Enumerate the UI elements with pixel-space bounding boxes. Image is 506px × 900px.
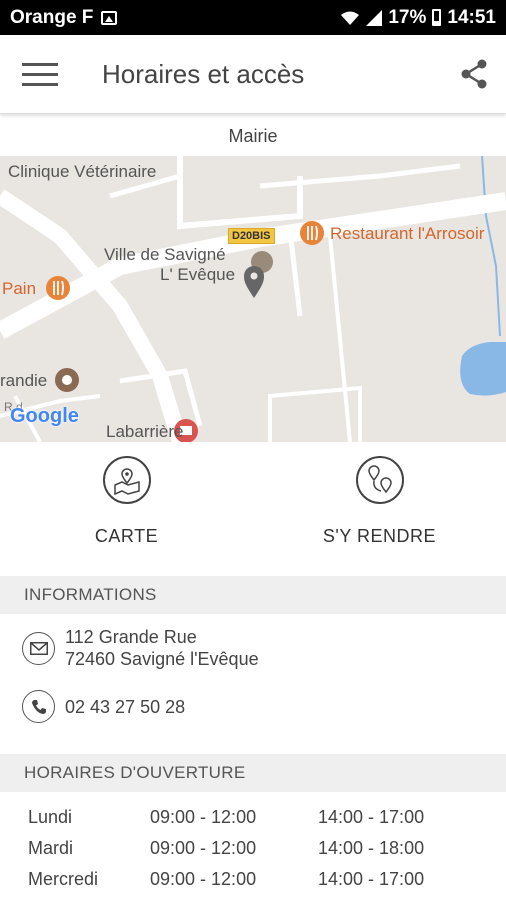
map-label-restaurant: Restaurant l'Arrosoir	[330, 224, 485, 243]
app-bar: Horaires et accès	[0, 35, 506, 114]
signal-icon	[366, 9, 383, 26]
horaires-header: HORAIRES D'OUVERTURE	[0, 754, 506, 792]
mail-icon	[22, 631, 55, 665]
wifi-icon	[341, 11, 360, 25]
image-notification-icon	[101, 10, 118, 25]
map-label-randie: randie	[0, 371, 48, 390]
hamburger-icon[interactable]	[22, 63, 58, 87]
phone-number: 02 43 27 50 28	[65, 696, 186, 717]
map-label-labarriere: Labarrière	[106, 422, 184, 441]
location-marker	[244, 266, 264, 298]
location-name: Mairie	[228, 125, 278, 146]
hours-morning: 09:00 - 12:00	[150, 869, 257, 889]
phone-icon	[22, 690, 55, 723]
map-label-ville-2: L' Evêque	[160, 265, 236, 284]
status-bar: Orange F 17% 14:51	[0, 0, 506, 35]
water-body	[460, 342, 506, 396]
address-text: 112 Grande Rue 72460 Savigné l'Evêque	[65, 626, 259, 670]
hours-afternoon: 14:00 - 18:00	[318, 838, 425, 858]
battery-icon	[432, 9, 442, 26]
carte-button[interactable]: CARTE	[0, 442, 253, 576]
hours-day: Mardi	[28, 838, 74, 858]
map-view[interactable]: Clinique Vétérinaire D20BIS Restaurant l…	[0, 156, 506, 442]
google-logo: Google	[10, 405, 79, 427]
battery-percent: 17%	[388, 6, 427, 28]
sy-rendre-label: S'Y RENDRE	[322, 526, 437, 546]
map-icon	[102, 456, 151, 504]
directions-icon	[355, 456, 404, 504]
hours-day: Lundi	[28, 807, 73, 827]
carrier-name: Orange F	[10, 6, 94, 28]
hours-row: Lundi 09:00 - 12:00 14:00 - 17:00	[28, 802, 488, 833]
informations-header: INFORMATIONS	[0, 576, 506, 614]
hours-morning: 09:00 - 12:00	[150, 838, 257, 858]
map-label-clinique: Clinique Vétérinaire	[8, 162, 157, 181]
address-line-2: 72460 Savigné l'Evêque	[65, 649, 259, 669]
map-label-pain: Pain	[2, 279, 37, 298]
address-row[interactable]: 112 Grande Rue 72460 Savigné l'Evêque	[22, 626, 259, 670]
address-line-1: 112 Grande Rue	[65, 627, 197, 647]
page-title: Horaires et accès	[102, 59, 305, 89]
stream	[481, 156, 501, 337]
map-roads	[0, 156, 506, 442]
road-badge: D20BIS	[228, 228, 275, 244]
hours-row: Mercredi 09:00 - 12:00 14:00 - 17:00	[28, 864, 488, 895]
hours-table: Lundi 09:00 - 12:00 14:00 - 17:00 Mardi …	[28, 802, 488, 895]
phone-row[interactable]: 02 43 27 50 28	[22, 690, 185, 723]
hours-morning: 09:00 - 12:00	[150, 807, 257, 827]
hours-day: Mercredi	[28, 869, 99, 889]
share-icon[interactable]	[460, 59, 488, 89]
status-right: 17% 14:51	[340, 7, 496, 29]
map-label-ville-1: Ville de Savigné	[104, 245, 226, 264]
action-buttons: CARTE S'Y RENDRE	[0, 442, 506, 576]
hours-row: Mardi 09:00 - 12:00 14:00 - 18:00	[28, 833, 488, 864]
hours-afternoon: 14:00 - 17:00	[318, 807, 425, 827]
carte-label: CARTE	[94, 526, 159, 546]
clock: 14:51	[447, 6, 496, 28]
sy-rendre-button[interactable]: S'Y RENDRE	[253, 442, 506, 576]
hours-afternoon: 14:00 - 17:00	[318, 869, 425, 889]
